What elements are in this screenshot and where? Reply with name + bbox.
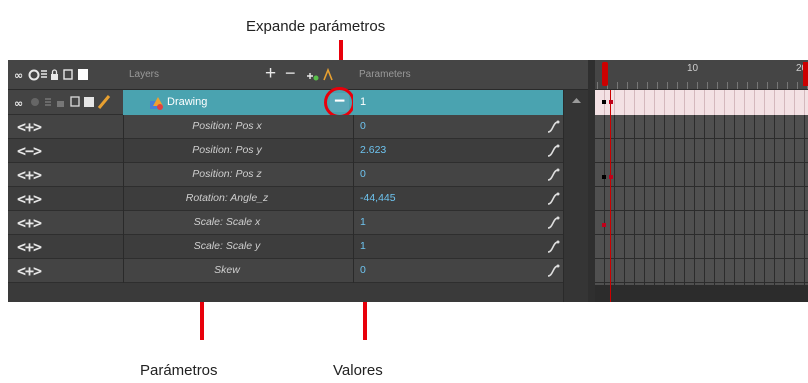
parameter-name: Position: Pos z [192, 168, 262, 180]
parameter-row[interactable]: <+> Scale: Scale y 1 [8, 235, 588, 259]
parameter-name: Position: Pos y [192, 144, 262, 156]
layer-outline-icon [70, 96, 80, 107]
keyframe-marker [609, 100, 613, 104]
enable-all-icon [28, 69, 40, 81]
annotation-parameters: Parámetros [140, 362, 218, 379]
layer-name-cell[interactable]: Drawing − [123, 87, 355, 118]
layer-pencil-icon [97, 95, 111, 109]
layer-frames-row [595, 90, 808, 115]
keyframe-marker [602, 175, 606, 179]
layer-visible-icon: ∞ [14, 97, 23, 110]
layer-toggles-header: ∞ [8, 60, 123, 90]
layer-value: 1 [360, 96, 367, 108]
keyframe-marker [602, 223, 606, 227]
param-frames-row-separators [595, 115, 808, 285]
panel-splitter[interactable] [588, 60, 595, 302]
parameter-name: Scale: Scale y [193, 240, 261, 252]
function-curve-icon[interactable] [546, 143, 560, 158]
layer-name: Drawing [167, 96, 208, 108]
parameters-header: Parameters [353, 60, 588, 90]
parameter-name: Skew [214, 264, 240, 276]
column-divider [353, 115, 354, 283]
layer-toggles: ∞ [8, 90, 123, 115]
keyframe-nav-arrows[interactable]: <+> [17, 262, 42, 280]
parameter-name: Rotation: Angle_z [185, 192, 269, 204]
playhead-line [610, 90, 611, 302]
lock-icon-top [51, 74, 58, 80]
ruler-label-10: 10 [687, 63, 699, 74]
keyframe-nav-arrows[interactable]: <+> [17, 214, 42, 232]
parameter-name: Scale: Scale x [193, 216, 261, 228]
function-curve-icon[interactable] [546, 119, 560, 134]
function-curve-icon[interactable] [546, 263, 560, 278]
layer-lock-icon [57, 101, 64, 107]
layers-header-label: Layers [129, 69, 160, 80]
function-curve-icon[interactable] [546, 167, 560, 182]
keyframe-nav-arrows[interactable]: <+> [17, 166, 42, 184]
parameter-value[interactable]: 0 [360, 264, 366, 276]
stack-icon [41, 70, 47, 78]
playhead-end-marker[interactable] [803, 62, 808, 86]
layer-color-icon [84, 97, 94, 107]
timeline-panel: ∞ Layers + − Parameters 10 20 ∞ Drawing … [8, 60, 808, 302]
timeline-grid[interactable] [595, 90, 808, 302]
annotation-expand-parameters: Expande parámetros [246, 18, 386, 35]
layer-enable-icon [31, 98, 39, 106]
add-peg-icon[interactable] [305, 69, 319, 83]
parameter-value[interactable]: 1 [360, 216, 366, 228]
keyframe-nav-arrows[interactable]: <+> [17, 118, 42, 136]
layer-stack-icon [45, 98, 51, 106]
keyframe-marker [609, 175, 613, 179]
layer-value-cell[interactable]: 1 [353, 90, 588, 115]
show-all-icon: ∞ [14, 69, 23, 82]
outline-icon [63, 69, 73, 80]
parameter-value[interactable]: 2.623 [360, 144, 386, 156]
function-curve-icon[interactable] [546, 191, 560, 206]
parameters-header-label: Parameters [359, 69, 411, 80]
function-curve-icon[interactable] [546, 215, 560, 230]
layer-props-icon[interactable] [322, 68, 334, 82]
parameter-value[interactable]: 0 [360, 120, 366, 132]
parameter-row[interactable]: <−> Position: Pos y 2.623 [8, 139, 588, 163]
parameter-row[interactable]: <+> Rotation: Angle_z -44,445 [8, 187, 588, 211]
parameter-row[interactable]: <+> Position: Pos z 0 [8, 163, 588, 187]
parameter-row[interactable]: <+> Scale: Scale x 1 [8, 211, 588, 235]
parameter-name: Position: Pos x [192, 120, 262, 132]
parameter-row[interactable]: <+> Position: Pos x 0 [8, 115, 588, 139]
layers-header: Layers + − [123, 60, 353, 90]
collapse-button-highlight [324, 87, 355, 118]
remove-layer-button[interactable]: − [285, 63, 296, 84]
parameter-row[interactable]: <+> Skew 0 [8, 259, 588, 283]
lock-icon-shackle [51, 69, 58, 74]
scroll-up-icon[interactable] [564, 90, 589, 110]
layer-toggle-icons[interactable]: ∞ [8, 90, 123, 115]
drawing-layer-icon [150, 97, 163, 110]
add-layer-button[interactable]: + [265, 63, 276, 85]
keyframe-marker [602, 100, 606, 104]
frame-ruler: 10 20 [595, 60, 808, 90]
parameter-value[interactable]: 0 [360, 168, 366, 180]
layer-row-drawing[interactable]: ∞ Drawing − 1 [8, 87, 588, 118]
keyframe-nav-arrows[interactable]: <+> [17, 190, 42, 208]
annotation-values: Valores [333, 362, 383, 379]
color-swatch-icon [78, 69, 88, 80]
keyframe-nav-arrows[interactable]: <−> [17, 142, 42, 160]
parameter-value[interactable]: -44,445 [360, 192, 396, 204]
function-curve-icon[interactable] [546, 239, 560, 254]
header-toggle-icons[interactable]: ∞ [11, 60, 121, 90]
ruler-tick-strip [597, 82, 808, 89]
column-divider [123, 115, 124, 283]
parameter-value[interactable]: 1 [360, 240, 366, 252]
keyframe-nav-arrows[interactable]: <+> [17, 238, 42, 256]
vertical-scrollbar[interactable] [563, 90, 588, 302]
playhead-handle[interactable] [602, 62, 608, 86]
